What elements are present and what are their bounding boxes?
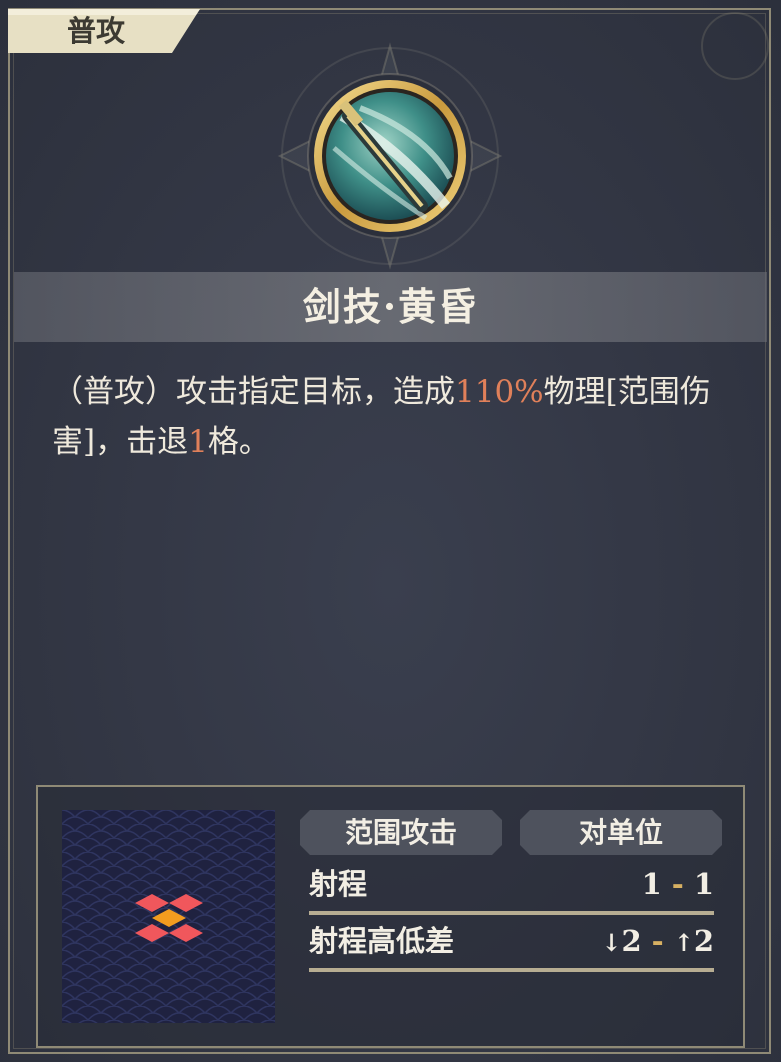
corner-ornament [701,12,769,80]
height-diff-value: ↓2- ↑2 [601,921,714,963]
height-up-value: 2 [693,924,714,958]
range-min: 1 [641,867,662,901]
range-row: 射程 1-1 [309,864,714,915]
sword-slash-icon[interactable] [250,38,530,278]
skill-type-tab[interactable]: 普攻 [0,0,200,62]
height-separator: - [651,924,664,958]
target-type-label: 对单位 [578,816,663,849]
area-attack-label: 范围攻击 [344,816,457,849]
damage-value: 110% [455,374,544,410]
target-type-tag: 对单位 [520,810,722,855]
row-divider [309,911,714,915]
description-text-3: 格。 [207,424,270,460]
skill-name: 剑技·黄昏 [302,284,479,329]
tab-label: 普攻 [66,14,125,48]
range-value: 1-1 [642,864,714,904]
height-down-value: 2 [621,924,642,958]
arrow-up-icon: ↑ [673,928,694,957]
range-grid [62,810,275,1023]
height-diff-row: 射程高低差 ↓2- ↑2 [309,921,714,972]
range-separator: - [671,867,684,901]
range-label: 射程 [309,867,368,901]
description-text-1: （普攻）攻击指定目标，造成 [52,374,455,410]
skill-description: （普攻）攻击指定目标，造成110%物理[范围伤害]，击退1格。 [52,367,732,467]
area-attack-tag: 范围攻击 [300,810,502,855]
knockback-value: 1 [188,424,208,460]
height-diff-label: 射程高低差 [309,924,455,958]
row-divider [309,968,714,972]
arrow-down-icon: ↓ [601,928,622,957]
skill-card: 普攻 剑技·黄昏 （普攻）攻击指定目标，造成110%物理[范围伤害]，击退1格。… [0,0,781,1062]
range-max: 1 [693,867,714,901]
skill-title-band: 剑技·黄昏 [14,272,767,342]
